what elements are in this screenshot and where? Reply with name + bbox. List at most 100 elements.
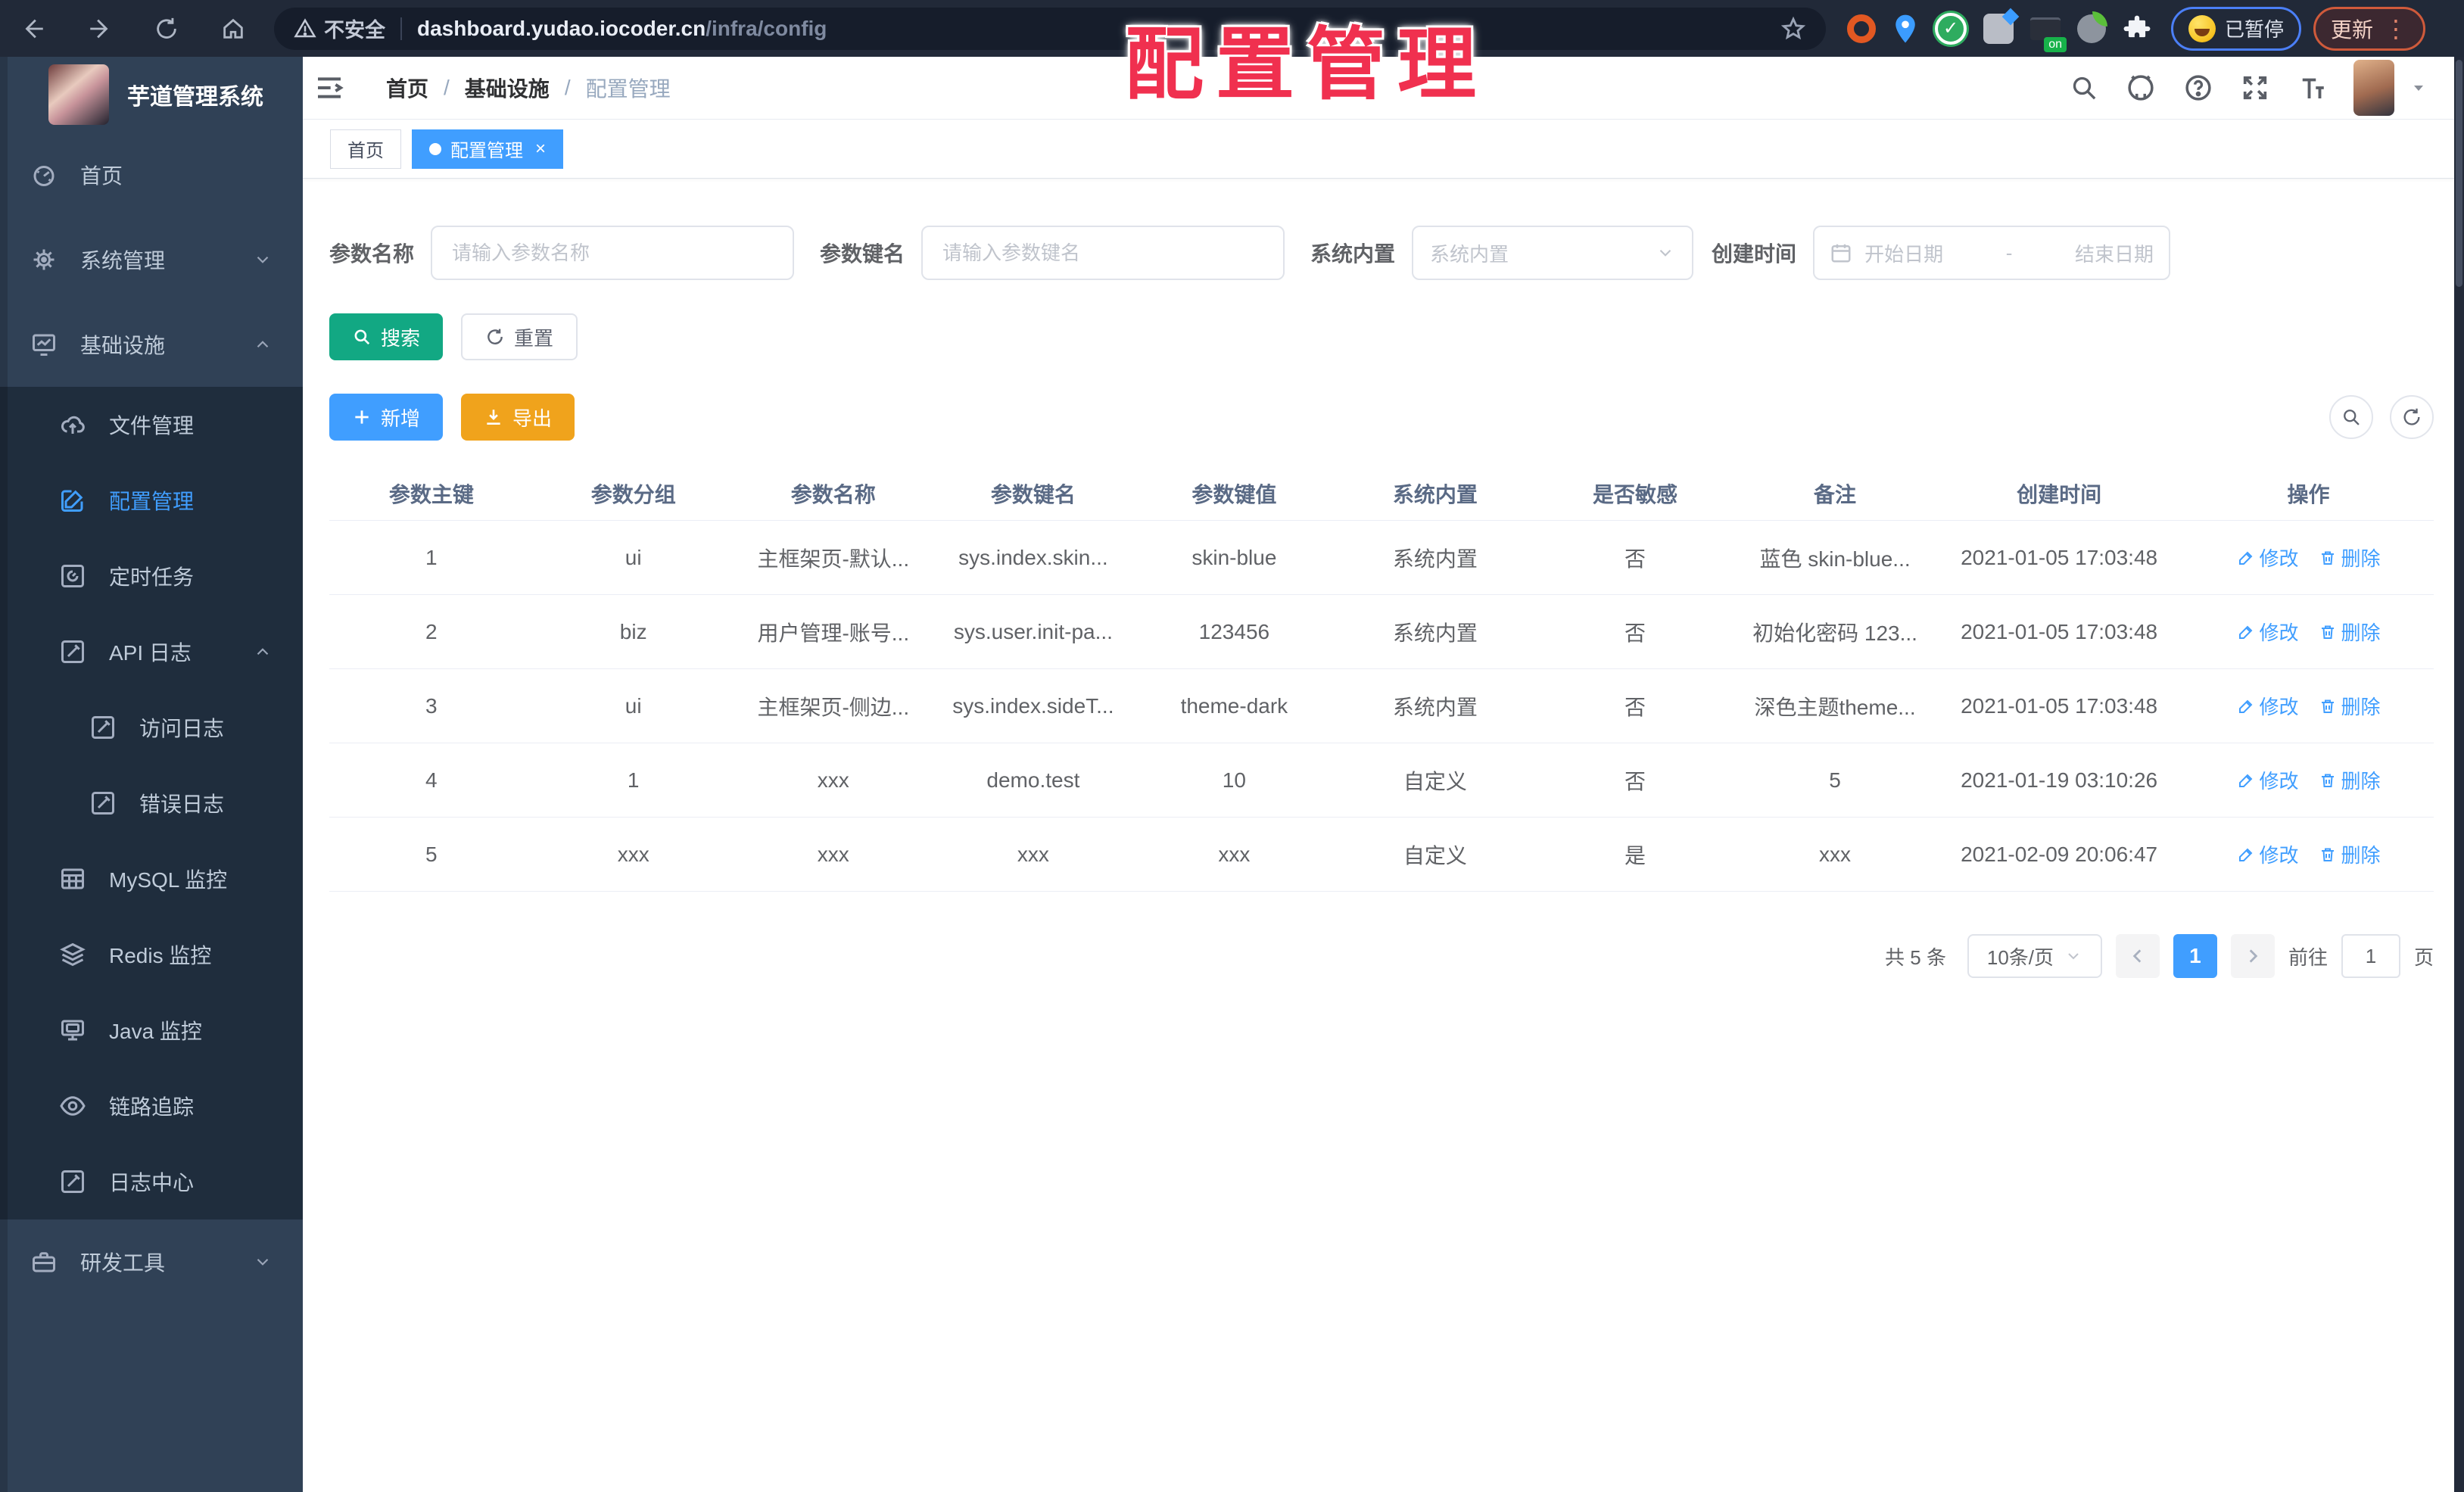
forward-icon[interactable] — [67, 0, 133, 57]
tab-config-manage[interactable]: 配置管理 × — [412, 129, 564, 169]
refresh-table-button[interactable] — [2390, 395, 2434, 439]
extension-leaf-icon[interactable] — [2077, 11, 2107, 43]
refresh-icon — [485, 327, 505, 347]
sidebar-item-access-log[interactable]: 访问日志 — [0, 690, 303, 765]
monitor-chart-icon — [29, 329, 59, 360]
logo-row[interactable]: 芋道管理系统 — [0, 57, 303, 132]
chevron-down-icon — [2064, 947, 2082, 965]
sidebar-item-infra[interactable]: 基础设施 — [0, 302, 303, 387]
dashboard-icon — [29, 160, 59, 190]
refresh-icon[interactable] — [133, 0, 200, 57]
browser-update-button[interactable]: 更新 ⋮ — [2313, 6, 2426, 51]
edit-link[interactable]: 修改 — [2237, 692, 2299, 720]
chevron-up-icon — [253, 642, 273, 662]
extension-orange-icon[interactable] — [1847, 14, 1876, 43]
extension-pin-icon[interactable] — [1892, 12, 1918, 45]
log-edit-icon — [58, 637, 88, 667]
page-size-select[interactable]: 10条/页 — [1967, 934, 2102, 978]
table-row: 4 1 xxx demo.test 10 自定义 否 5 2021-01-19 … — [329, 743, 2434, 818]
pagination: 共 5 条 10条/页 1 前往 页 — [329, 934, 2434, 978]
delete-link[interactable]: 删除 — [2319, 544, 2381, 572]
date-range-picker[interactable]: 开始日期 - 结束日期 — [1813, 226, 2171, 280]
topbar-actions — [2069, 60, 2464, 116]
col-param-id: 参数主键 — [388, 482, 474, 506]
table-row: 3 ui 主框架页-侧边... sys.index.sideT... theme… — [329, 669, 2434, 743]
date-start-placeholder: 开始日期 — [1864, 242, 1944, 266]
caret-down-icon[interactable] — [2409, 79, 2428, 97]
main-area: 首页 / 基础设施 / 配置管理 首页 配置管理 × 参数名称 请输入参数名称 … — [303, 57, 2464, 1492]
builtin-select[interactable]: 系统内置 — [1412, 226, 1694, 280]
edit-link[interactable]: 修改 — [2237, 618, 2299, 646]
fullscreen-icon[interactable] — [2240, 73, 2270, 103]
sidebar-item-error-log[interactable]: 错误日志 — [0, 765, 303, 841]
kebab-menu-icon[interactable]: ⋮ — [2384, 14, 2408, 43]
sidebar-item-file-manage[interactable]: 文件管理 — [0, 387, 303, 463]
search-button[interactable]: 搜索 — [329, 313, 444, 360]
paused-badge[interactable]: 已暂停 — [2171, 6, 2302, 51]
sidebar-item-trace[interactable]: 链路追踪 — [0, 1068, 303, 1144]
delete-link[interactable]: 删除 — [2319, 766, 2381, 794]
plus-icon — [352, 407, 372, 427]
close-icon[interactable]: × — [535, 139, 546, 158]
extension-on-icon[interactable] — [2030, 17, 2067, 52]
sidebar-item-job[interactable]: 定时任务 — [0, 538, 303, 614]
col-param-value: 参数键值 — [1192, 482, 1277, 506]
edit-link[interactable]: 修改 — [2237, 544, 2299, 572]
export-button[interactable]: 导出 — [461, 394, 575, 441]
tab-home[interactable]: 首页 — [330, 129, 401, 169]
search-icon[interactable] — [2069, 73, 2099, 103]
page-1-button[interactable]: 1 — [2173, 934, 2217, 978]
sidebar-item-home[interactable]: 首页 — [0, 132, 303, 217]
add-button[interactable]: 新增 — [329, 394, 444, 441]
extensions-puzzle-icon[interactable] — [2123, 14, 2151, 43]
github-icon[interactable] — [2125, 72, 2157, 104]
goto-label: 前往 — [2288, 945, 2328, 969]
edit-link[interactable]: 修改 — [2237, 766, 2299, 794]
col-create-time: 创建时间 — [2017, 482, 2102, 506]
browser-scrollbar[interactable] — [2454, 57, 2464, 1492]
goto-page-input[interactable] — [2341, 934, 2400, 978]
chevron-down-icon — [253, 1252, 273, 1272]
next-page-button[interactable] — [2230, 934, 2275, 978]
docs-question-icon[interactable] — [2182, 72, 2214, 104]
page-content: 参数名称 参数键名 系统内置 系统内置 创建时间 开始日期 - 结束日期 — [303, 226, 2464, 978]
delete-link[interactable]: 删除 — [2319, 692, 2381, 720]
edit-link[interactable]: 修改 — [2237, 840, 2299, 868]
breadcrumb-home[interactable]: 首页 — [386, 73, 428, 103]
delete-link[interactable]: 删除 — [2319, 618, 2381, 646]
sidebar-item-redis[interactable]: Redis 监控 — [0, 917, 303, 992]
param-key-input[interactable] — [921, 226, 1285, 280]
delete-link[interactable]: 删除 — [2319, 840, 2381, 868]
extension-gray-icon[interactable] — [1983, 13, 2014, 44]
sidebar-item-mysql[interactable]: MySQL 监控 — [0, 841, 303, 917]
breadcrumb-infra[interactable]: 基础设施 — [465, 73, 550, 103]
table-grid-icon — [58, 864, 88, 894]
param-name-input[interactable] — [431, 226, 795, 280]
sidebar-item-dev-tools[interactable]: 研发工具 — [0, 1219, 303, 1304]
address-bar[interactable]: 不安全 dashboard.yudao.iocoder.cn /infra/co… — [274, 7, 1826, 50]
font-size-icon[interactable] — [2296, 72, 2328, 104]
filter-form: 参数名称 参数键名 系统内置 系统内置 创建时间 开始日期 - 结束日期 — [329, 226, 2434, 280]
reset-button[interactable]: 重置 — [461, 313, 578, 360]
browser-bar: 不安全 dashboard.yudao.iocoder.cn /infra/co… — [0, 0, 2464, 57]
extension-green-icon[interactable]: ✓ — [1935, 12, 1967, 45]
table-row: 1 ui 主框架页-默认... sys.index.skin... skin-b… — [329, 521, 2434, 595]
sidebar-collapse-icon[interactable] — [303, 57, 356, 120]
param-name-label: 参数名称 — [329, 242, 415, 266]
sidebar-item-api-log[interactable]: API 日志 — [0, 614, 303, 690]
tags-view-bar: 首页 配置管理 × — [303, 120, 2464, 179]
scrollbar-thumb[interactable] — [2456, 60, 2462, 287]
user-avatar[interactable] — [2353, 60, 2394, 116]
sidebar-item-log-center[interactable]: 日志中心 — [0, 1144, 303, 1219]
sidebar-item-config-manage[interactable]: 配置管理 — [0, 463, 303, 538]
search-actions: 搜索 重置 — [329, 313, 2434, 360]
sidebar-item-java[interactable]: Java 监控 — [0, 992, 303, 1068]
sidebar-item-system[interactable]: 系统管理 — [0, 217, 303, 302]
emoji-avatar-icon — [2188, 14, 2216, 42]
toggle-search-button[interactable] — [2329, 395, 2373, 439]
prev-page-button[interactable] — [2115, 934, 2160, 978]
bookmark-star-icon[interactable] — [1780, 16, 1806, 42]
back-icon[interactable] — [0, 0, 67, 57]
home-icon[interactable] — [200, 0, 266, 57]
briefcase-icon — [29, 1247, 59, 1277]
